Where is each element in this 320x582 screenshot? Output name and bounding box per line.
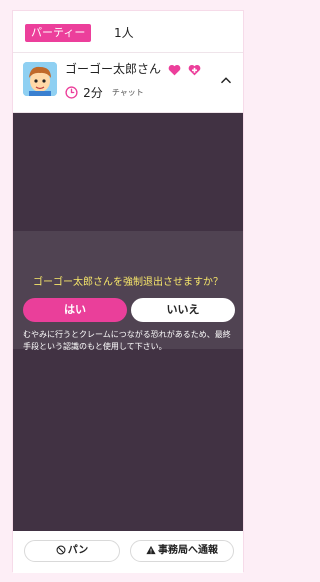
user-meta: 2分 チャット	[65, 82, 144, 100]
party-header: パーティー 1人	[13, 11, 243, 53]
chat-area: ゴーゴー太郎さんを強制退出させますか？ はい いいえ むやみに行うとクレームにつ…	[13, 113, 243, 531]
chevron-up-icon[interactable]	[219, 73, 233, 87]
report-label: 事務局へ通報	[158, 545, 218, 556]
avatar	[23, 62, 57, 96]
ban-label: パン	[67, 545, 89, 556]
user-name-line: ゴーゴー太郎さん	[65, 61, 201, 77]
warning-icon	[146, 545, 156, 555]
party-tag: パーティー	[25, 24, 92, 42]
heart-icon	[168, 64, 181, 75]
party-panel: パーティー 1人 ゴーゴー太郎さん 2分 チャット ゴーゴー太郎さんを強制退出さ…	[12, 10, 244, 573]
footer-actions: パン 事務局へ通報	[13, 531, 243, 573]
no-button[interactable]: いいえ	[131, 298, 235, 322]
heart-plus-icon	[188, 64, 201, 75]
ban-icon	[56, 545, 66, 555]
kick-warning: むやみに行うとクレームにつながる恐れがあるため、最終手段という認識のもと使用して…	[23, 330, 231, 351]
kick-question: ゴーゴー太郎さんを強制退出させますか？	[33, 277, 223, 288]
yes-button[interactable]: はい	[23, 298, 127, 322]
chat-duration: 2分	[83, 86, 103, 100]
member-count: 1人	[114, 26, 134, 40]
clock-icon	[65, 86, 78, 99]
user-name: ゴーゴー太郎さん	[65, 62, 162, 76]
user-row[interactable]: ゴーゴー太郎さん 2分 チャット	[13, 53, 243, 113]
chat-status: チャット	[111, 88, 144, 97]
ban-button[interactable]: パン	[24, 540, 120, 562]
report-button[interactable]: 事務局へ通報	[130, 540, 234, 562]
